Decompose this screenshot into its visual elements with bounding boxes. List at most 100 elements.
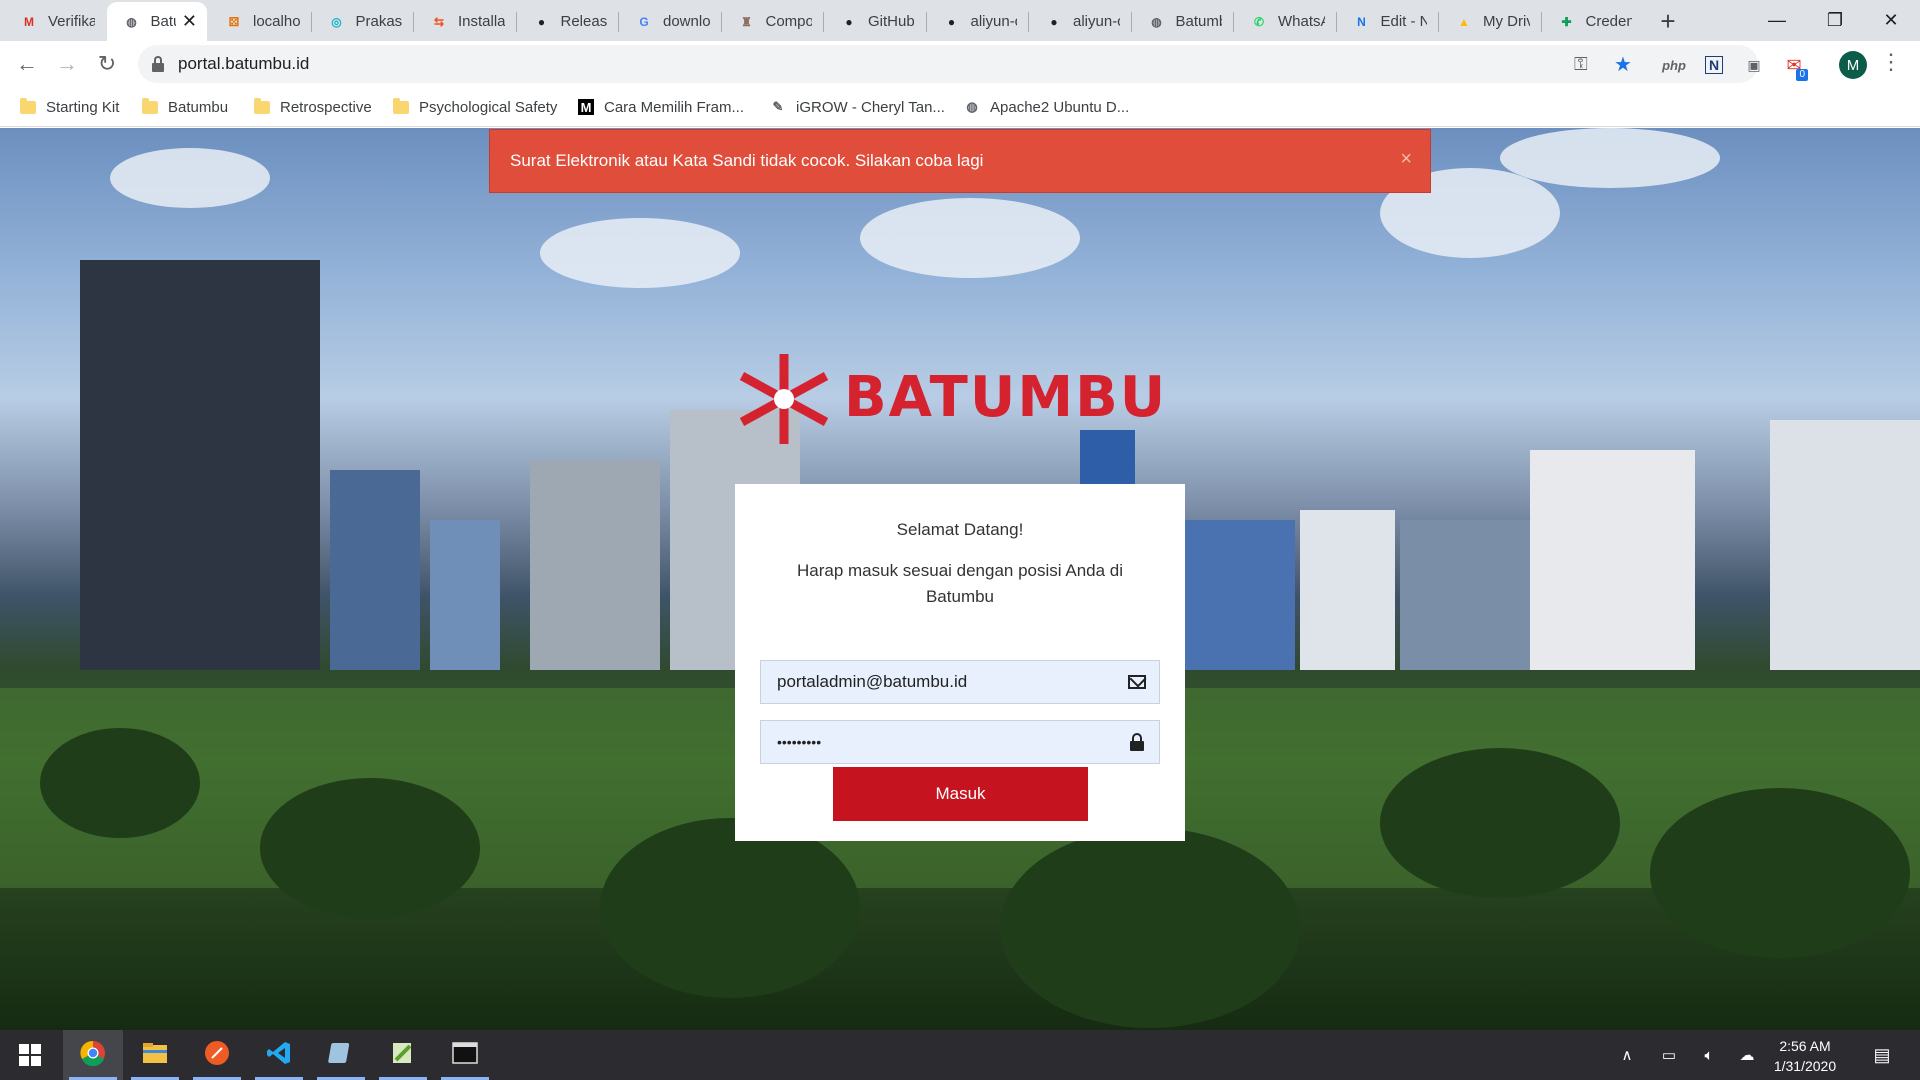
back-button[interactable]: ← xyxy=(12,49,42,79)
gray-extension-icon[interactable]: ▣ xyxy=(1740,51,1768,79)
tab-title: My Driv xyxy=(1483,13,1530,30)
tab-8[interactable]: ● GitHub xyxy=(824,2,925,41)
bookmark-label: Cara Memilih Fram... xyxy=(604,98,745,116)
bookmark-item[interactable]: Batumbu xyxy=(142,95,228,119)
tray-overflow-icon[interactable]: ∧ xyxy=(1612,1030,1642,1080)
taskbar-app-0[interactable] xyxy=(63,1030,123,1080)
taskbar-app-6[interactable] xyxy=(435,1030,495,1080)
url-text[interactable]: portal.batumbu.id xyxy=(178,54,309,74)
login-instruction: Harap masuk sesuai dengan posisi Anda di… xyxy=(796,561,1124,606)
taskbar-app-5[interactable] xyxy=(373,1030,433,1080)
tab-title: aliyun-c xyxy=(970,13,1018,30)
prakash-icon: ◎ xyxy=(331,14,342,29)
email-value[interactable]: portaladmin@batumbu.id xyxy=(777,672,967,692)
gmail-icon: M xyxy=(24,14,34,29)
close-tab-icon[interactable]: ✕ xyxy=(176,11,197,32)
tab-12[interactable]: ✆ WhatsA xyxy=(1234,2,1335,41)
browser-menu-icon[interactable]: ⋮ xyxy=(1880,49,1902,75)
tab-0[interactable]: M Verifika xyxy=(4,2,105,41)
tab-title: Credent xyxy=(1585,13,1633,30)
tab-14[interactable]: ▲ My Driv xyxy=(1439,2,1540,41)
taskbar-app-3[interactable] xyxy=(249,1030,309,1080)
bookmark-item[interactable]: Retrospective xyxy=(254,95,372,119)
tab-title: Batumb xyxy=(1175,13,1223,30)
tab-title: localho xyxy=(253,13,300,30)
address-bar[interactable]: portal.batumbu.id ⚿ ★ xyxy=(138,45,1758,83)
taskbar-app-1[interactable] xyxy=(125,1030,185,1080)
tab-2[interactable]: ⚄ localho xyxy=(209,2,310,41)
localhost-icon: ⚄ xyxy=(228,14,240,29)
bookmark-item[interactable]: ◍ Apache2 Ubuntu D... xyxy=(964,95,1129,119)
whatsapp-icon: ✆ xyxy=(1253,14,1265,29)
battery-icon[interactable]: ▭ xyxy=(1652,1030,1686,1080)
notifications-icon[interactable]: ▤ xyxy=(1862,1030,1902,1080)
key-icon[interactable]: ⚿ xyxy=(1574,54,1588,75)
github-icon: ● xyxy=(1050,14,1058,29)
batumbu-logo: BATUMBU xyxy=(734,354,1190,444)
reload-button[interactable]: ↻ xyxy=(92,49,122,79)
forward-button[interactable]: → xyxy=(52,49,82,79)
taskbar-app-2[interactable] xyxy=(187,1030,247,1080)
bookmarks-bar: Starting Kit Batumbu Retrospective Psycholo… xyxy=(0,87,1920,127)
google-drive-icon: ▲ xyxy=(1458,14,1470,29)
php-extension-icon[interactable]: php xyxy=(1660,51,1688,79)
minimize-button[interactable]: — xyxy=(1748,0,1806,41)
back-arrow-icon: ← xyxy=(16,51,38,76)
welcome-heading: Selamat Datang! xyxy=(896,520,1024,539)
login-submit-button[interactable]: Masuk xyxy=(833,767,1088,821)
taskbar-app-4[interactable] xyxy=(311,1030,371,1080)
taskbar-clock[interactable]: 2:56 AM 1/31/2020 xyxy=(1760,1036,1850,1076)
n-extension-icon[interactable]: N xyxy=(1700,51,1728,79)
forward-arrow-icon: → xyxy=(56,51,78,76)
tab-15[interactable]: ✚ Credent xyxy=(1542,2,1643,41)
red-extension-icon[interactable]: ✉ 0 xyxy=(1780,51,1808,81)
tab-13[interactable]: N Edit - N xyxy=(1337,2,1438,41)
new-tab-button[interactable]: + xyxy=(1654,6,1682,36)
login-card: Selamat Datang! Harap masuk sesuai denga… xyxy=(735,484,1185,841)
extension-badge: 0 xyxy=(1796,69,1808,81)
generic-app-icon xyxy=(328,1040,354,1071)
lock-icon[interactable] xyxy=(152,56,164,72)
terminal-icon xyxy=(452,1041,478,1069)
google-icon: G xyxy=(639,14,649,29)
bookmark-label: Retrospective xyxy=(280,98,372,116)
bookmark-item[interactable]: Starting Kit xyxy=(20,95,119,119)
start-button[interactable] xyxy=(0,1030,60,1080)
tab-5[interactable]: ● Release xyxy=(517,2,618,41)
tab-title: Verifika xyxy=(48,13,95,30)
volume-icon[interactable]: 🔈︎ xyxy=(1692,1030,1726,1080)
tab-title: Prakash xyxy=(355,13,403,30)
onedrive-icon[interactable]: ☁ xyxy=(1730,1030,1764,1080)
tab-9[interactable]: ● aliyun-c xyxy=(927,2,1028,41)
tab-1[interactable]: ◍ Batu✕ xyxy=(106,2,207,41)
tab-4[interactable]: ⇆ Installat xyxy=(414,2,515,41)
tab-7[interactable]: ♜ Compo xyxy=(722,2,823,41)
tab-title: aliyun-c xyxy=(1073,13,1120,30)
bookmark-item[interactable]: Psychological Safety xyxy=(393,95,557,119)
bookmark-label: Starting Kit xyxy=(46,98,120,116)
profile-avatar[interactable]: M xyxy=(1839,51,1867,79)
tab-title: Batu xyxy=(150,13,176,30)
github-icon: ● xyxy=(537,14,546,29)
bookmark-label: Batumbu xyxy=(168,98,229,116)
alert-close-icon[interactable]: × xyxy=(1400,148,1412,171)
email-field[interactable]: portaladmin@batumbu.id xyxy=(760,660,1160,704)
bookmark-item[interactable]: ✎ iGROW - Cheryl Tan... xyxy=(770,95,945,119)
maximize-button[interactable]: ❐ xyxy=(1806,0,1864,41)
browser-tab-strip: M Verifika ◍Batu✕ ⚄ localho ◎ Prakash ⇆Installa… xyxy=(0,0,1920,41)
folder-icon xyxy=(393,97,409,114)
bookmark-star-icon[interactable]: ★ xyxy=(1614,52,1632,77)
tab-10[interactable]: ● aliyun-c xyxy=(1029,2,1130,41)
error-alert-message: Surat Elektronik atau Kata Sandi tidak c… xyxy=(510,151,984,170)
close-window-button[interactable]: ✕ xyxy=(1862,0,1920,41)
windows-logo-icon xyxy=(19,1044,41,1066)
folder-icon xyxy=(254,97,270,114)
tab-11[interactable]: ◍ Batumb xyxy=(1132,2,1233,41)
password-value[interactable]: ••••••••• xyxy=(777,734,821,750)
bookmark-item[interactable]: M Cara Memilih Fram... xyxy=(578,95,744,119)
tab-3[interactable]: ◎ Prakash xyxy=(312,2,413,41)
tab-title: Release xyxy=(560,13,608,30)
password-field[interactable]: ••••••••• xyxy=(760,720,1160,764)
chrome-icon xyxy=(80,1040,106,1071)
tab-6[interactable]: Gdownlo xyxy=(619,2,720,41)
